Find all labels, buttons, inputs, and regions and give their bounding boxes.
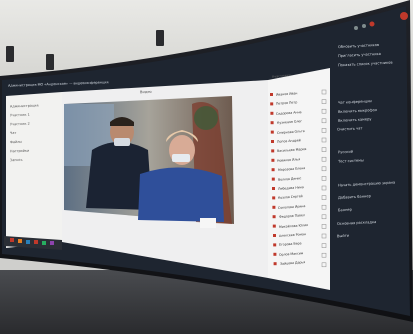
red-dot-icon [272, 224, 276, 228]
red-dot-icon [270, 121, 274, 125]
red-dot-icon [273, 234, 276, 237]
video-panel-title: Видео [139, 89, 152, 95]
taskbar-icon-media[interactable] [34, 240, 38, 244]
red-dot-icon [271, 158, 275, 162]
taskbar-icon-app[interactable] [26, 240, 30, 244]
red-dot-icon [271, 140, 274, 143]
red-dot-icon [272, 196, 276, 200]
video-caption-box [200, 218, 216, 228]
right-menu-item[interactable]: Русский [338, 150, 353, 155]
maximize-icon[interactable] [362, 24, 366, 28]
right-menu-item[interactable]: Выйти [337, 234, 349, 239]
red-dot-icon [272, 205, 276, 209]
taskbar-icon-explorer[interactable] [18, 239, 22, 243]
left-sidebar-item[interactable]: Файлы [10, 140, 22, 144]
taskbar-icon-browser[interactable] [10, 238, 14, 242]
right-menu-item[interactable]: Баннер [337, 208, 351, 213]
left-sidebar-item[interactable]: Участник 2 [10, 122, 30, 127]
record-icon[interactable] [400, 12, 408, 20]
minimize-icon[interactable] [354, 26, 358, 30]
red-dot-icon [272, 215, 276, 219]
red-dot-icon [270, 130, 274, 134]
left-sidebar-item[interactable]: Запись [10, 158, 23, 162]
left-sidebar-item[interactable]: Участник 1 [10, 113, 30, 118]
red-dot-icon [271, 168, 275, 172]
red-dot-icon [270, 93, 273, 96]
red-dot-icon [273, 252, 277, 256]
red-dot-icon [270, 102, 274, 106]
left-sidebar-item[interactable]: Чат [10, 131, 17, 135]
taskbar-icon-other[interactable] [50, 241, 54, 245]
red-dot-icon [273, 243, 277, 247]
red-dot-icon [272, 187, 275, 190]
video-background-plant [194, 106, 218, 130]
taskbar-icon-chat[interactable] [42, 241, 46, 245]
curved-video-wall [0, 0, 413, 322]
red-dot-icon [270, 111, 274, 115]
left-sidebar-item[interactable]: Настройки [10, 149, 29, 154]
red-dot-icon [273, 262, 277, 266]
close-icon[interactable] [369, 21, 375, 27]
red-dot-icon [271, 149, 275, 153]
red-dot-icon [271, 177, 275, 181]
